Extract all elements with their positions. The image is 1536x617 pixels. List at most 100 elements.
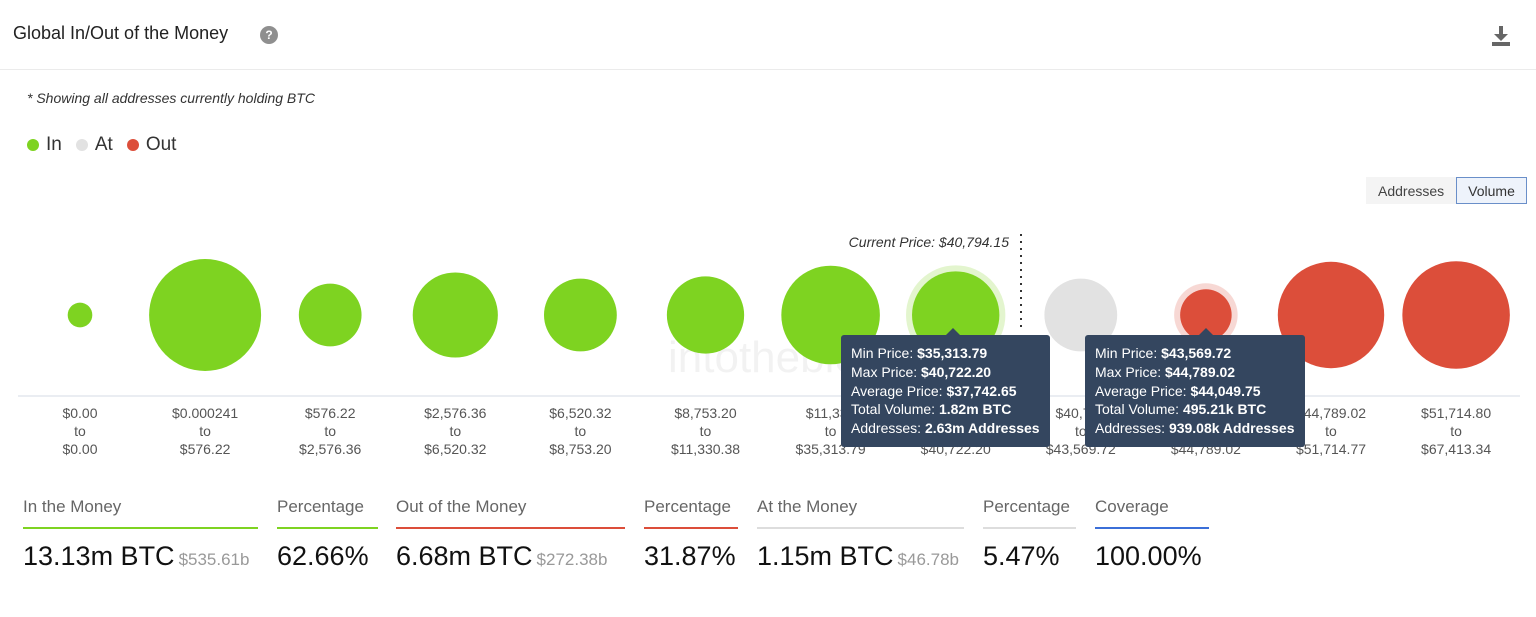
bubble-chart: intotheblockCurrent Price: $40,794.15$0.…	[18, 234, 1520, 457]
range-label: $6,520.32	[424, 441, 486, 457]
stat-label: In the Money	[23, 497, 258, 529]
range-label: to	[1325, 423, 1337, 439]
range-label: $0.00	[62, 405, 97, 421]
range-label: to	[1450, 423, 1462, 439]
range-label: $8,753.20	[674, 405, 736, 421]
tooltip-row-volume: Total Volume: 495.21k BTC	[1095, 401, 1267, 418]
range-label: to	[825, 423, 837, 439]
tooltip-row-volume: Total Volume: 1.82m BTC	[851, 401, 1012, 418]
stat-value: 31.87%	[644, 541, 736, 571]
stat-in-percentage: Percentage 62.66%	[277, 497, 378, 572]
tooltip-min-value: $35,313.79	[917, 345, 988, 361]
range-label: $576.22	[305, 405, 356, 421]
bubble-in[interactable]	[544, 278, 617, 352]
bubble-out[interactable]	[1402, 261, 1510, 369]
range-label: $8,753.20	[549, 441, 611, 457]
legend-item-out[interactable]: Out	[126, 134, 177, 156]
range-label: to	[324, 423, 336, 439]
summary-stats: In the Money 13.13m BTC $535.61b Percenta…	[0, 497, 1536, 587]
stat-out-percentage: Percentage 31.87%	[644, 497, 738, 572]
tooltip-avg-value: $37,742.65	[946, 382, 1017, 399]
tooltip-row-min: Min Price: $43,569.72	[1095, 345, 1232, 361]
question-circle-icon[interactable]: ?	[260, 26, 278, 44]
stat-value: 62.66%	[277, 541, 369, 571]
bubble-in[interactable]	[149, 259, 262, 371]
range-label: to	[449, 423, 461, 439]
stat-in-the-money: In the Money 13.13m BTC $535.61b	[23, 497, 258, 572]
range-label: $2,576.36	[424, 405, 486, 421]
legend-dot-out	[126, 139, 139, 151]
metric-toggle: Addresses Volume	[1366, 177, 1527, 204]
stat-value: 13.13m BTC $535.61b	[23, 541, 250, 571]
tooltip-out-bucket: Min Price: $43,569.72 Max Price: $44,789…	[1085, 328, 1305, 447]
tooltip-row-max: Max Price: $40,722.20	[851, 363, 992, 380]
tooltip-max-value: $44,789.02	[1165, 363, 1236, 380]
stat-value: 1.15m BTC $46.78b	[757, 541, 959, 571]
current-price-label: Current Price: $40,794.15	[849, 234, 1010, 250]
tooltip-addresses-value: 2.63m Addresses	[924, 420, 1040, 437]
range-label: $0.000241	[172, 405, 238, 421]
stat-label: Percentage	[277, 497, 378, 529]
legend-dot-at	[75, 139, 88, 151]
stat-usd-value: $272.38b	[536, 550, 608, 569]
range-label: to	[575, 423, 587, 439]
legend-item-in[interactable]: In	[27, 134, 62, 156]
range-label: $51,714.77	[1296, 441, 1366, 457]
stat-label: Percentage	[983, 497, 1076, 529]
tooltip-avg-value: $44,049.75	[1190, 382, 1261, 399]
range-label: $0.00	[62, 441, 97, 457]
stat-label: Coverage	[1095, 497, 1209, 529]
stat-label: Out of the Money	[396, 497, 625, 529]
legend-label-in: In	[46, 134, 62, 155]
tooltip-addresses-value: 939.08k Addresses	[1168, 420, 1295, 437]
range-label: $44,789.02	[1296, 405, 1366, 421]
addresses-toggle-button[interactable]: Addresses	[1366, 177, 1457, 204]
legend-item-at[interactable]: At	[75, 134, 113, 156]
tooltip-row-avg: Average Price: $44,049.75	[1095, 382, 1261, 399]
bubble-in[interactable]	[67, 302, 93, 328]
bubble-in[interactable]	[298, 283, 362, 347]
bubble-in[interactable]	[666, 276, 745, 354]
stat-value: 5.47%	[983, 541, 1060, 571]
stat-coverage: Coverage 100.00%	[1095, 497, 1209, 572]
stat-label: At the Money	[757, 497, 964, 529]
stat-at-the-money: At the Money 1.15m BTC $46.78b	[757, 497, 964, 572]
tooltip-volume-value: 1.82m BTC	[938, 401, 1012, 418]
bubble-in[interactable]	[412, 272, 498, 358]
tooltip-arrow	[1199, 328, 1213, 335]
stat-usd-value: $46.78b	[897, 550, 959, 569]
range-label: $51,714.80	[1421, 405, 1491, 421]
range-label: $67,413.34	[1421, 441, 1491, 457]
tooltip-min-value: $43,569.72	[1161, 345, 1232, 361]
stat-label: Percentage	[644, 497, 738, 529]
page-title: Global In/Out of the Money	[13, 23, 229, 43]
tooltip-volume-value: 495.21k BTC	[1182, 401, 1267, 418]
tooltip-row-avg: Average Price: $37,742.65	[851, 382, 1017, 399]
stat-at-percentage: Percentage 5.47%	[983, 497, 1076, 572]
stat-value: 100.00%	[1095, 541, 1202, 571]
stat-usd-value: $535.61b	[178, 550, 250, 569]
tooltip-in-bucket: Min Price: $35,313.79 Max Price: $40,722…	[841, 328, 1050, 447]
tooltip-max-value: $40,722.20	[921, 363, 992, 380]
range-label: $11,330.38	[671, 441, 740, 457]
stat-out-of-the-money: Out of the Money 6.68m BTC $272.38b	[396, 497, 625, 572]
volume-toggle-button[interactable]: Volume	[1456, 177, 1527, 204]
legend-label-at: At	[94, 134, 113, 155]
legend-dot-in	[27, 139, 39, 151]
tooltip-arrow	[946, 328, 960, 335]
tooltip-row-max: Max Price: $44,789.02	[1095, 363, 1236, 380]
range-label: $6,520.32	[549, 405, 611, 421]
legend-label-out: Out	[145, 134, 177, 155]
holding-note: * Showing all addresses currently holdin…	[27, 90, 315, 106]
download-icon[interactable]	[1490, 24, 1512, 48]
range-label: to	[74, 423, 86, 439]
stat-value: 6.68m BTC $272.38b	[396, 541, 608, 571]
range-label: $2,576.36	[299, 441, 361, 457]
tooltip-row-addresses: Addresses: 2.63m Addresses	[851, 420, 1040, 437]
range-label: $576.22	[180, 441, 231, 457]
tooltip-row-addresses: Addresses: 939.08k Addresses	[1095, 420, 1295, 437]
chart-legend: In At Out	[27, 134, 190, 156]
range-label: to	[199, 423, 211, 439]
range-label: to	[700, 423, 712, 439]
tooltip-row-min: Min Price: $35,313.79	[851, 345, 988, 361]
